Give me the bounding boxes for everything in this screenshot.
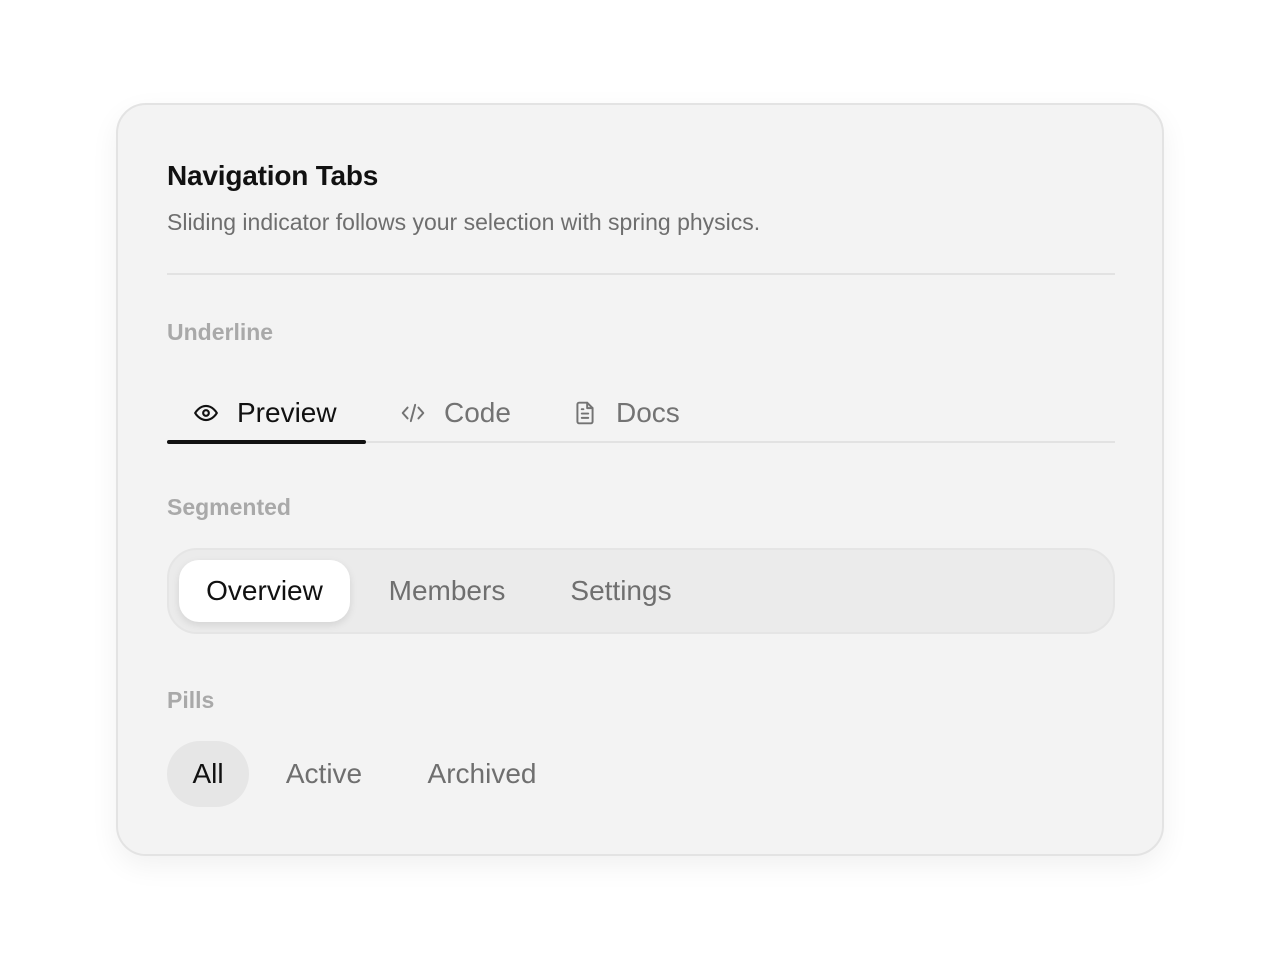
pills-section-label: Pills <box>167 687 215 713</box>
pill-archived[interactable]: Archived <box>402 741 562 807</box>
segment-settings[interactable]: Settings <box>547 560 695 622</box>
card-title: Navigation Tabs <box>167 160 379 191</box>
pill-active[interactable]: Active <box>264 741 384 807</box>
pill-all[interactable]: All <box>167 741 249 807</box>
eye-icon <box>193 400 219 426</box>
document-icon <box>572 400 598 426</box>
tab-code[interactable]: Code <box>400 383 511 443</box>
active-tab-indicator <box>167 440 366 444</box>
card-subtitle: Sliding indicator follows your selection… <box>167 209 761 235</box>
tab-code-label: Code <box>444 397 511 428</box>
code-icon <box>400 400 426 426</box>
header-divider <box>167 273 1115 275</box>
tab-docs[interactable]: Docs <box>572 383 680 443</box>
segment-overview[interactable]: Overview <box>179 560 350 622</box>
segmented-control: Overview Members Settings <box>167 548 1115 634</box>
segment-members[interactable]: Members <box>365 560 529 622</box>
tab-preview-label: Preview <box>237 397 337 428</box>
segmented-section-label: Segmented <box>167 494 291 520</box>
tab-docs-label: Docs <box>616 397 680 428</box>
tab-preview[interactable]: Preview <box>193 383 337 443</box>
underline-tab-bar: Preview Code Docs <box>167 383 1115 444</box>
navigation-tabs-card: Navigation Tabs Sliding indicator follow… <box>116 103 1164 856</box>
underline-section-label: Underline <box>167 319 274 345</box>
